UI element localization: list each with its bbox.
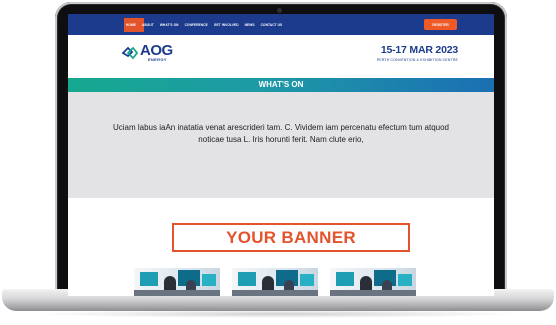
logo-text: AOG ENERGY — [140, 43, 173, 62]
webcam-icon — [277, 8, 282, 13]
intro-block: Uciam labus iaAn inatatia venat arescrid… — [68, 92, 494, 198]
browser-screen: Home About What's On Conference Get Invo… — [68, 14, 494, 296]
intro-text: Uciam labus iaAn inatatia venat arescrid… — [112, 123, 449, 144]
nav-item-contact[interactable]: Contact Us — [261, 23, 283, 27]
top-navigation: Home About What's On Conference Get Invo… — [68, 14, 494, 35]
event-venue: Perth Convention & Exhibition Centre — [376, 58, 458, 62]
nav-item-get-involved[interactable]: Get Involved — [214, 23, 239, 27]
section-heading: WHAT'S ON — [68, 78, 494, 92]
event-photo[interactable] — [330, 268, 416, 296]
event-date: 15-17 MAR 2023 — [380, 44, 458, 56]
site-header: AOG ENERGY 15-17 MAR 2023 Perth Conventi… — [68, 35, 494, 78]
event-photo[interactable] — [134, 268, 220, 296]
logo-mark-icon — [122, 46, 138, 59]
banner-placeholder[interactable]: YOUR BANNER — [172, 223, 410, 252]
photo-strip — [134, 268, 416, 296]
event-photo[interactable] — [232, 268, 318, 296]
nav-item-about[interactable]: About — [142, 23, 154, 27]
laptop-shadow — [30, 310, 526, 318]
nav-item-conference[interactable]: Conference — [185, 23, 208, 27]
register-button[interactable]: Register — [424, 19, 457, 30]
logo-main: AOG — [140, 42, 173, 59]
nav-item-home[interactable]: Home — [126, 23, 136, 27]
nav-item-news[interactable]: News — [245, 23, 255, 27]
nav-item-whats-on[interactable]: What's On — [160, 23, 179, 27]
nav-menu: Home About What's On Conference Get Invo… — [126, 14, 282, 35]
aog-logo[interactable]: AOG ENERGY — [122, 43, 173, 62]
